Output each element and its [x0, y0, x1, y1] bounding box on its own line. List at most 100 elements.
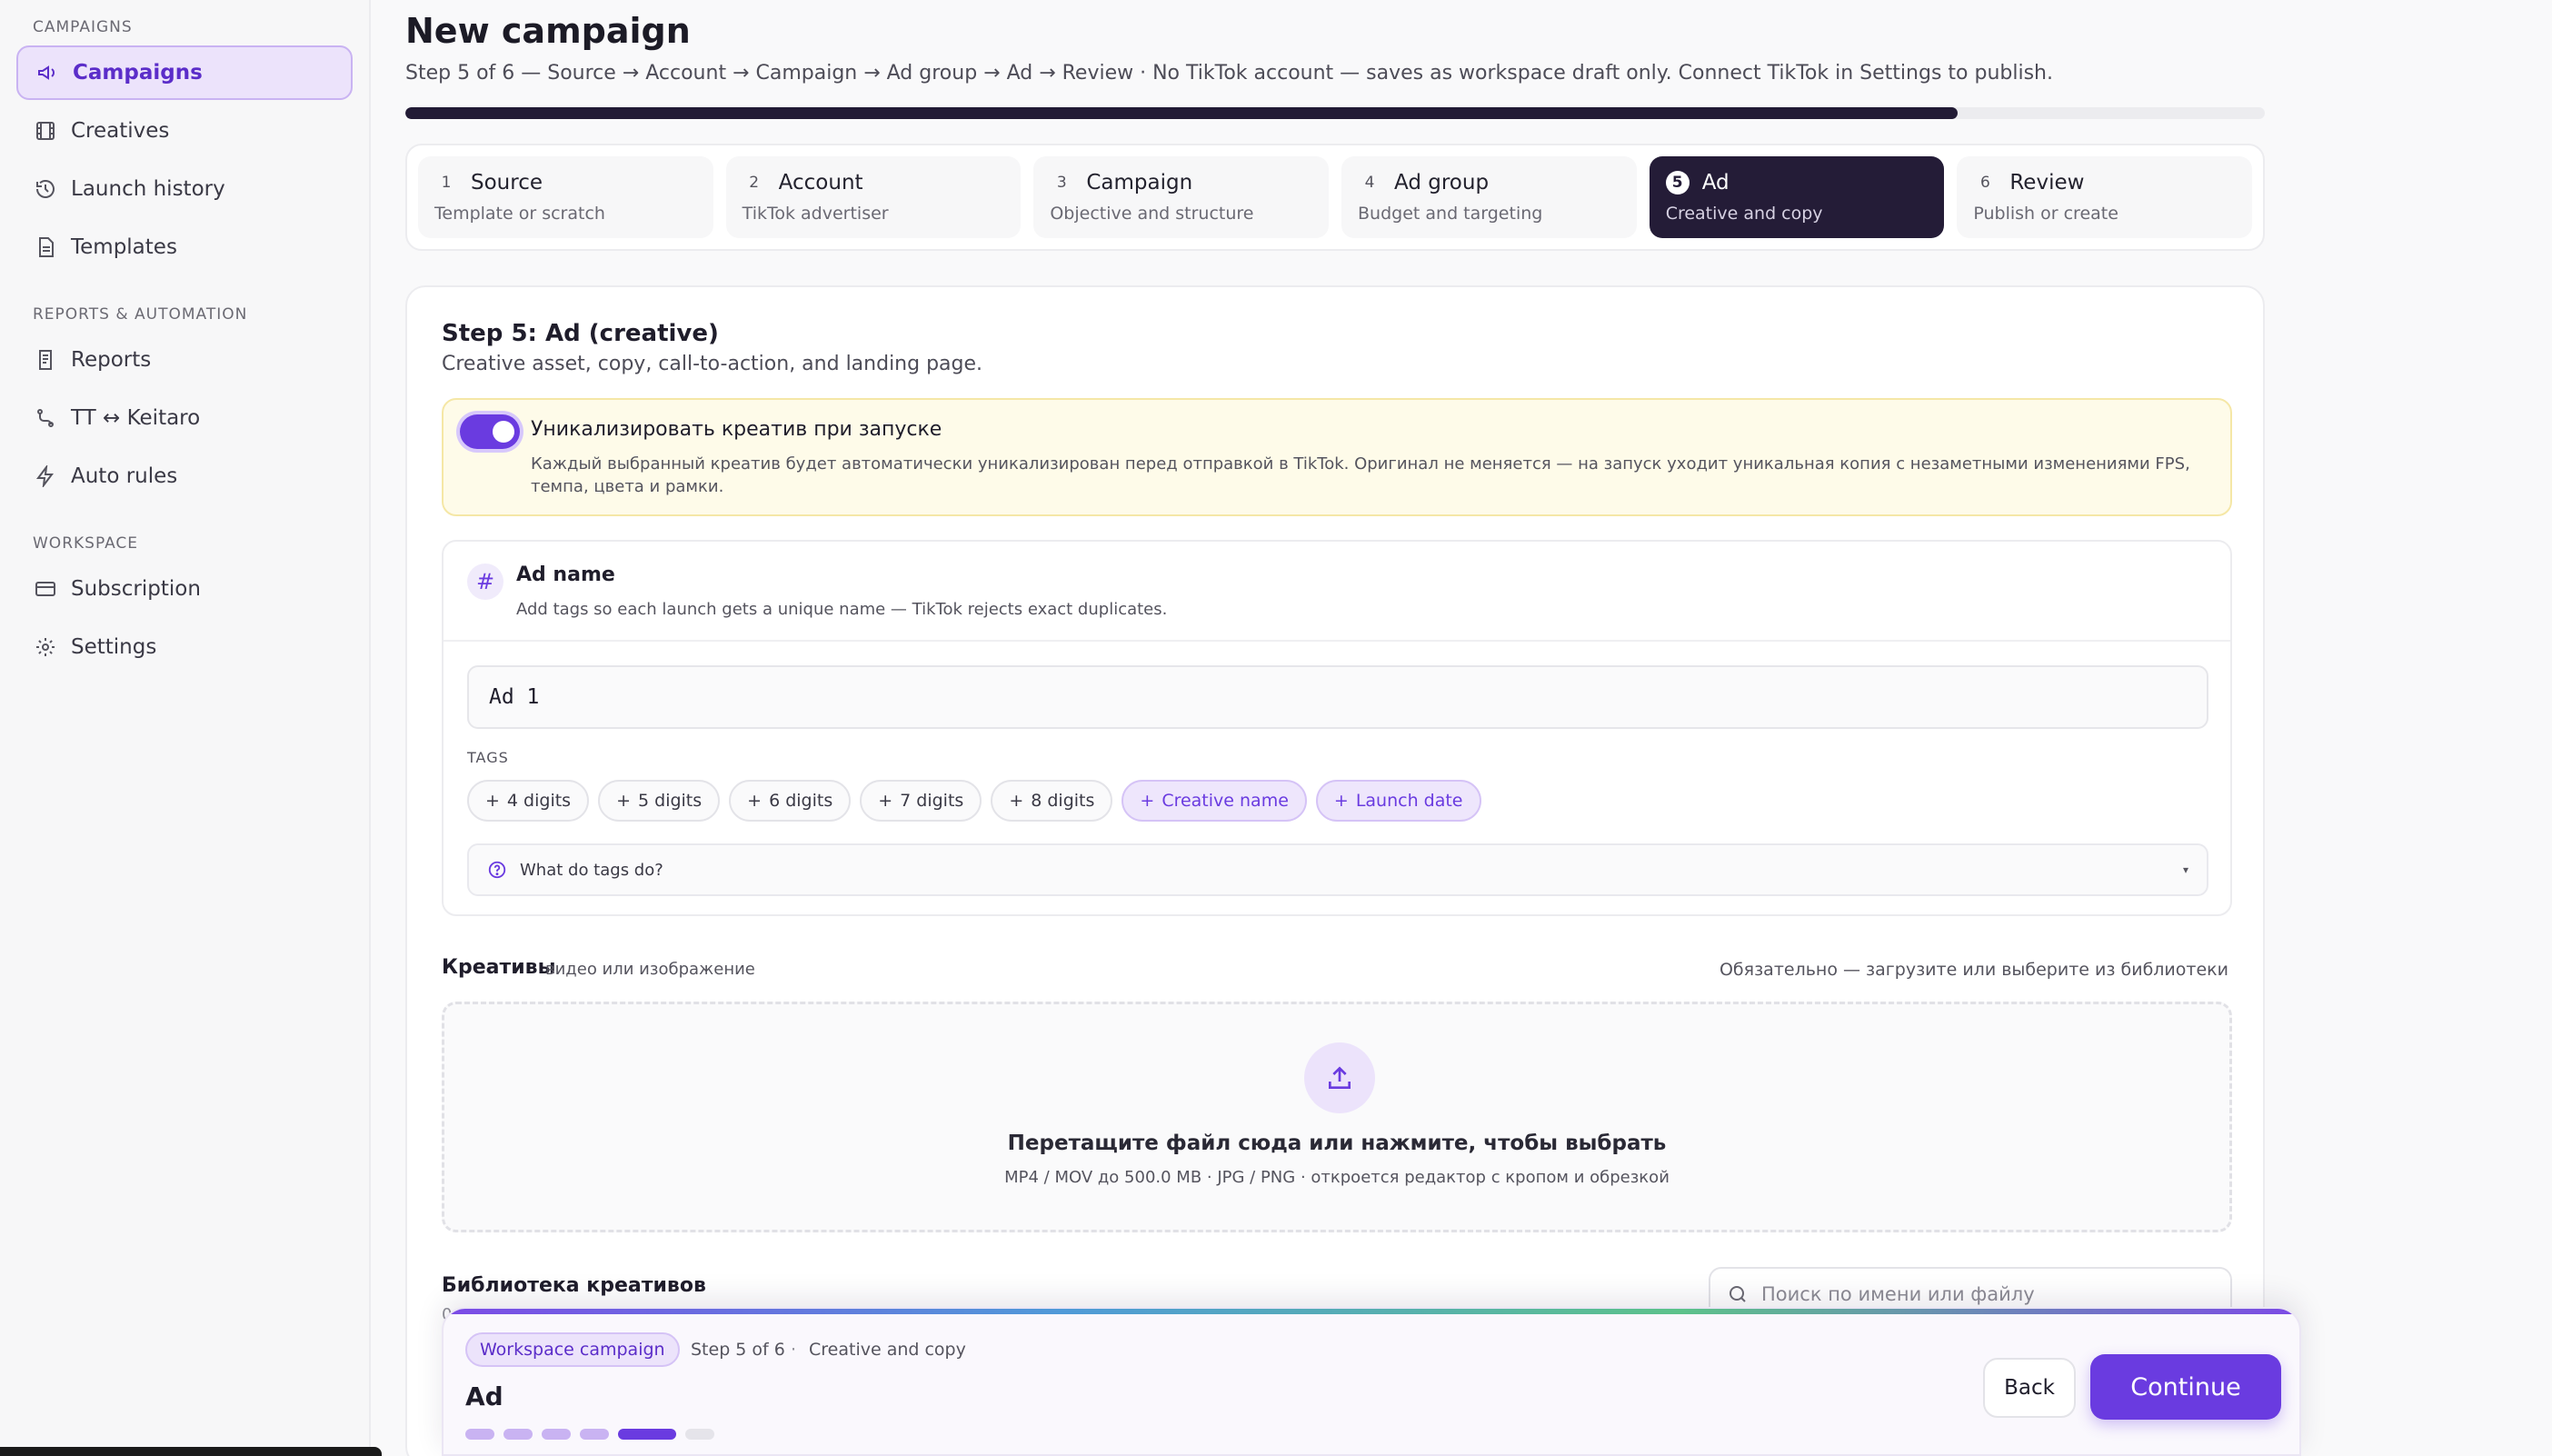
- sidebar-item-subscription[interactable]: Subscription: [16, 562, 353, 616]
- question-icon: [488, 861, 506, 879]
- step-account[interactable]: 2 Account TikTok advertiser: [725, 156, 1022, 238]
- card-subtitle: Creative asset, copy, call-to-action, an…: [442, 353, 983, 375]
- step-campaign[interactable]: 3 Campaign Objective and structure: [1033, 156, 1330, 238]
- step-desc: Publish or create: [1973, 204, 2118, 224]
- tag-chip-4-digits[interactable]: +4 digits: [467, 780, 590, 822]
- step-number: 2: [749, 174, 760, 192]
- route-icon: [37, 409, 54, 427]
- tag-label: 6 digits: [769, 791, 833, 811]
- uniqualize-notice: Уникализировать креатив при запуске Кажд…: [442, 398, 2232, 516]
- creative-dropzone[interactable]: Перетащите файл сюда или нажмите, чтобы …: [442, 1002, 2232, 1232]
- plus-icon: +: [1333, 791, 1349, 811]
- chevron-down-icon: ▾: [2182, 863, 2188, 876]
- sidebar-item-label: Campaigns: [73, 61, 203, 85]
- step-pip: [685, 1429, 714, 1440]
- step-name: Source: [471, 171, 543, 194]
- history-icon: [36, 180, 55, 198]
- step-name: Account: [778, 171, 863, 194]
- step-desc: Objective and structure: [1050, 204, 1254, 224]
- plus-icon: +: [747, 791, 763, 811]
- wizard-stepper: 1 Source Template or scratch 2 Account Tik…: [405, 144, 2265, 251]
- footer-step: Step 5 of 6: [691, 1340, 785, 1360]
- dropzone-subtitle: MP4 / MOV до 500.0 MB · JPG / PNG · откр…: [1004, 1168, 1670, 1187]
- wizard-progress-bar: [405, 107, 2265, 119]
- step-desc: TikTok advertiser: [742, 204, 889, 224]
- tag-label: 7 digits: [900, 791, 964, 811]
- tag-chip-7-digits[interactable]: +7 digits: [860, 780, 982, 822]
- bolt-icon: [36, 465, 54, 487]
- sidebar-item-label: Settings: [71, 635, 157, 659]
- plus-icon: +: [1140, 791, 1155, 811]
- tag-chip-6-digits[interactable]: +6 digits: [729, 780, 852, 822]
- step-number: 1: [441, 174, 452, 192]
- step-pip: [580, 1429, 609, 1440]
- footer-step-desc: Creative and copy: [809, 1340, 966, 1360]
- tag-chip-launch-date[interactable]: + Launch date: [1315, 780, 1481, 822]
- sidebar-item-label: Launch history: [71, 177, 225, 201]
- step-source[interactable]: 1 Source Template or scratch: [418, 156, 713, 238]
- step-number: 4: [1364, 174, 1375, 192]
- card-title: Step 5: Ad (creative): [442, 320, 719, 347]
- step-pips: [465, 1429, 714, 1440]
- sidebar-item-label: TT ↔ Keitaro: [71, 406, 201, 430]
- sidebar-item-reports[interactable]: Reports: [16, 333, 353, 387]
- sidebar-item-templates[interactable]: Templates: [16, 220, 353, 274]
- wizard-progress-fill: [405, 107, 1959, 119]
- step-name: Ad: [1701, 171, 1730, 194]
- upload-icon: [1304, 1042, 1375, 1113]
- sidebar-item-creatives[interactable]: Creatives: [16, 104, 353, 158]
- sidebar-section-title: REPORTS & AUTOMATION: [33, 305, 248, 324]
- dropzone-title: Перетащите файл сюда или нажмите, чтобы …: [1007, 1132, 1667, 1155]
- sidebar-item-auto-rules[interactable]: Auto rules: [16, 449, 353, 504]
- footer-separator: ·: [791, 1340, 797, 1360]
- step-name: Ad group: [1394, 171, 1490, 194]
- megaphone-icon: [38, 65, 55, 80]
- gear-icon: [36, 638, 55, 656]
- step-ad[interactable]: 5 Ad Creative and copy: [1649, 156, 1945, 238]
- sidebar-item-label: Templates: [71, 235, 177, 259]
- plus-icon: +: [1009, 791, 1024, 811]
- tag-chip-8-digits[interactable]: +8 digits: [991, 780, 1113, 822]
- file-icon: [39, 237, 54, 257]
- library-title: Библиотека креативов: [442, 1274, 706, 1297]
- main-content: New campaign Step 5 of 6 — Source → Acco…: [371, 0, 2552, 1456]
- uniqualize-text: Каждый выбранный креатив будет автоматич…: [531, 454, 2190, 496]
- step-pip: [618, 1429, 676, 1440]
- sidebar-item-campaigns[interactable]: Campaigns: [16, 45, 353, 100]
- search-placeholder: Поиск по имени или файлу: [1761, 1283, 2035, 1305]
- card-icon: [35, 582, 55, 596]
- tag-chip-5-digits[interactable]: +5 digits: [598, 780, 721, 822]
- tag-chip-creative-name[interactable]: + Creative name: [1121, 780, 1307, 822]
- tags-help-label: What do tags do?: [520, 860, 663, 880]
- sidebar-item-tt-keitaro[interactable]: TT ↔ Keitaro: [16, 391, 353, 445]
- continue-button[interactable]: Continue: [2090, 1354, 2281, 1420]
- sidebar-item-label: Creatives: [71, 119, 170, 143]
- step-review[interactable]: 6 Review Publish or create: [1957, 156, 2253, 238]
- tag-label: 4 digits: [506, 791, 572, 811]
- window-edge: [0, 1447, 382, 1456]
- tags-help-dropdown[interactable]: What do tags do? ▾: [467, 843, 2208, 896]
- step-pip: [465, 1429, 494, 1440]
- ad-step-card: Step 5: Ad (creative) Creative asset, co…: [405, 285, 2265, 1456]
- step-number: 3: [1056, 174, 1067, 192]
- tags-label: TAGS: [467, 749, 509, 766]
- uniqualize-title: Уникализировать креатив при запуске: [531, 418, 942, 441]
- sidebar-section-title: CAMPAIGNS: [33, 18, 133, 36]
- step-desc: Budget and targeting: [1358, 204, 1543, 224]
- step-name: Campaign: [1086, 171, 1193, 194]
- ad-name-input[interactable]: [467, 665, 2208, 729]
- search-icon: [1730, 1286, 1746, 1302]
- workspace-badge: Workspace campaign: [465, 1332, 680, 1367]
- film-icon: [36, 122, 55, 140]
- step-desc: Template or scratch: [434, 204, 605, 224]
- sidebar-item-launch-history[interactable]: Launch history: [16, 162, 353, 216]
- hash-icon: #: [467, 563, 503, 600]
- back-button[interactable]: Back: [1983, 1358, 2076, 1418]
- step-ad-group[interactable]: 4 Ad group Budget and targeting: [1341, 156, 1637, 238]
- sidebar-item-settings[interactable]: Settings: [16, 620, 353, 674]
- report-icon: [39, 350, 52, 370]
- tag-label: Launch date: [1355, 791, 1463, 811]
- ad-name-section: # Ad name Add tags so each launch gets a…: [442, 540, 2232, 916]
- step-number: 5: [1665, 171, 1690, 194]
- uniqualize-toggle[interactable]: [460, 414, 520, 449]
